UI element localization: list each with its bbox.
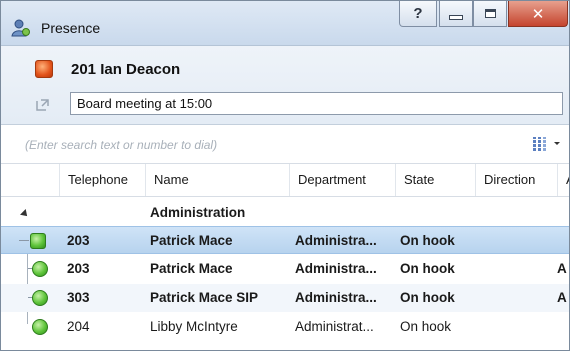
tree-branch — [19, 240, 29, 241]
minimize-icon — [449, 15, 463, 20]
window-title: Presence — [41, 20, 101, 36]
minimize-button[interactable] — [439, 1, 473, 27]
available-status-icon — [32, 290, 48, 306]
cell-telephone: 204 — [67, 319, 90, 334]
table-row[interactable]: 203 Patrick Mace Administra... On hook A — [1, 255, 569, 283]
maximize-icon — [484, 9, 496, 18]
search-input[interactable] — [23, 133, 507, 157]
column-header-state[interactable]: State — [395, 164, 475, 196]
column-header-department[interactable]: Department — [289, 164, 395, 196]
table-row[interactable]: 303 Patrick Mace SIP Administra... On ho… — [1, 284, 569, 312]
column-header-telephone[interactable]: Telephone — [59, 164, 145, 196]
cell-state: On hook — [400, 319, 452, 334]
title-bar[interactable]: Presence ? ✕ — [1, 1, 569, 46]
table-row[interactable]: 204 Libby McIntyre Administrat... On hoo… — [1, 313, 569, 341]
close-icon: ✕ — [531, 5, 545, 23]
user-name: 201 Ian Deacon — [71, 61, 181, 78]
contacts-table: Telephone Name Department State Directio… — [1, 164, 569, 350]
cell-name: Patrick Mace — [150, 261, 233, 276]
collapse-arrow-icon[interactable] — [20, 209, 30, 219]
presence-window: Presence ? ✕ 201 Ian Deacon Board meetin… — [0, 0, 570, 351]
available-status-icon — [32, 261, 48, 277]
group-label: Administration — [150, 205, 246, 220]
cell-department: Administra... — [295, 290, 377, 305]
cell-name: Libby McIntyre — [150, 319, 238, 334]
available-status-icon — [32, 319, 48, 335]
cell-extra: A — [557, 290, 567, 305]
cell-telephone: 203 — [67, 233, 90, 248]
column-chooser-button[interactable] — [529, 135, 563, 153]
help-button[interactable]: ? — [399, 1, 437, 27]
cell-name: Patrick Mace SIP — [150, 290, 259, 305]
note-arrow-icon[interactable] — [34, 96, 52, 114]
columns-icon — [532, 137, 547, 151]
cell-department: Administra... — [295, 261, 377, 276]
cell-telephone: 303 — [67, 290, 90, 305]
maximize-button[interactable] — [473, 1, 507, 27]
table-header: Telephone Name Department State Directio… — [1, 164, 569, 197]
presence-app-icon — [11, 19, 30, 37]
user-panel: 201 Ian Deacon — [1, 46, 569, 125]
cell-name: Patrick Mace — [150, 233, 233, 248]
chevron-down-icon — [554, 142, 560, 145]
cell-department: Administra... — [295, 233, 377, 248]
cell-telephone: 203 — [67, 261, 90, 276]
group-row[interactable]: Administration — [1, 201, 569, 225]
help-icon: ? — [413, 5, 423, 22]
cell-state: On hook — [400, 290, 455, 305]
presence-status-button[interactable] — [35, 60, 53, 78]
cell-extra: A — [557, 261, 567, 276]
table-row[interactable]: 203 Patrick Mace Administra... On hook — [1, 226, 569, 254]
status-note-input[interactable] — [70, 92, 563, 115]
close-button[interactable]: ✕ — [508, 1, 568, 27]
column-header-direction[interactable]: Direction — [475, 164, 557, 196]
cell-state: On hook — [400, 261, 455, 276]
search-row — [1, 125, 569, 164]
available-status-icon — [30, 233, 46, 249]
cell-state: On hook — [400, 233, 455, 248]
column-header-name[interactable]: Name — [145, 164, 289, 196]
cell-department: Administrat... — [295, 319, 374, 334]
column-header-extra[interactable]: A — [557, 164, 569, 196]
